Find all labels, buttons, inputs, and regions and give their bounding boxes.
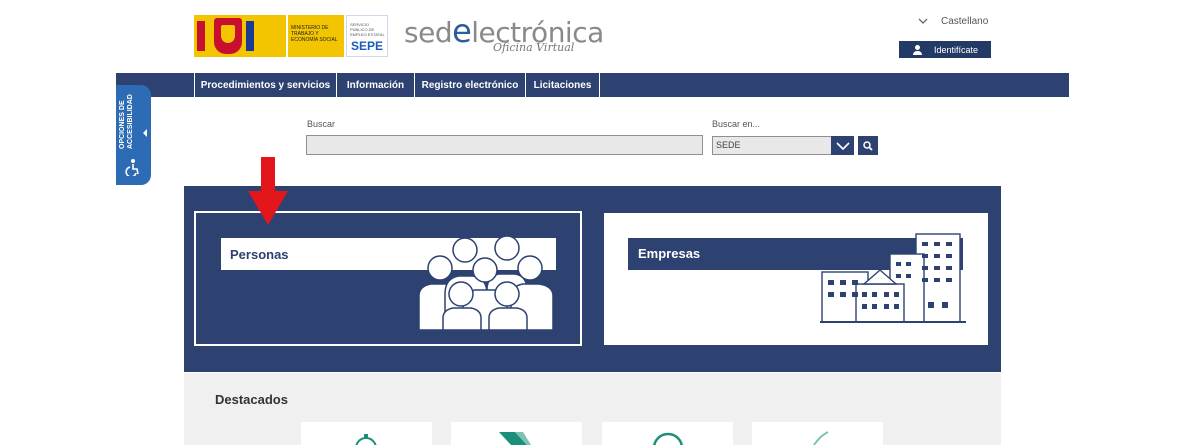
search-scope-value: SEDE [716,140,741,150]
gobierno-espana-logo[interactable] [194,15,286,57]
search-scope-select[interactable]: SEDE [712,136,854,155]
oficina-virtual-subtitle: Oficina Virtual [493,41,575,54]
red-arrow-indicator [248,157,288,225]
search-circle-icon [653,432,683,445]
sepe-logo-label: SEPE [351,39,384,53]
document-icon [499,432,531,445]
search-button[interactable] [858,136,878,155]
sepe-logo[interactable]: SERVICIO PÚBLICO DE EMPLEO ESTATAL SEPE [346,15,388,57]
identify-button-label: Identifícate [934,44,979,55]
identify-button[interactable]: Identifícate [899,41,991,58]
featured-card-4[interactable] [752,422,883,445]
chevron-down-icon[interactable] [918,17,930,29]
title-prefix: sed [404,16,453,49]
featured-title: Destacados [215,392,288,407]
eu-stripe-icon [246,21,254,51]
accessibility-options-tab[interactable]: OPCIONES DE ACCESIBILIDAD [116,85,151,185]
nav-item-informacion[interactable]: Información [336,73,414,97]
nav-item-licitaciones[interactable]: Licitaciones [525,73,600,97]
main-navigation: Procedimientos y servicios Información R… [116,73,1069,97]
flag-stripe-icon [197,21,205,51]
buildings-icon [820,233,966,323]
language-selector[interactable]: Castellano [941,16,988,27]
accessibility-label: OPCIONES DE ACCESIBILIDAD [119,94,134,149]
sepe-logo-subtext: SERVICIO PÚBLICO DE EMPLEO ESTATAL [350,22,385,37]
search-icon [863,140,873,151]
caret-left-icon [143,129,147,137]
ministry-logo-text: MINISTERIO DE TRABAJO Y ECONOMÍA SOCIAL [288,15,344,57]
nav-item-registro[interactable]: Registro electrónico [414,73,525,97]
coat-of-arms-icon [214,18,242,54]
people-group-icon [418,235,554,330]
featured-card-2[interactable] [451,422,582,445]
title-highlight-letter: e [452,12,472,50]
accessibility-icon [124,158,142,178]
search-label: Buscar [307,119,336,129]
user-icon [913,44,922,55]
check-swoosh-icon [813,431,829,445]
featured-card-3[interactable] [602,422,733,445]
search-input[interactable] [306,135,703,155]
stopwatch-icon [355,434,377,445]
chevron-down-icon[interactable] [831,136,854,155]
nav-item-procedimientos[interactable]: Procedimientos y servicios [194,73,336,97]
featured-card-1[interactable] [301,422,432,445]
search-scope-label: Buscar en... [712,119,761,129]
